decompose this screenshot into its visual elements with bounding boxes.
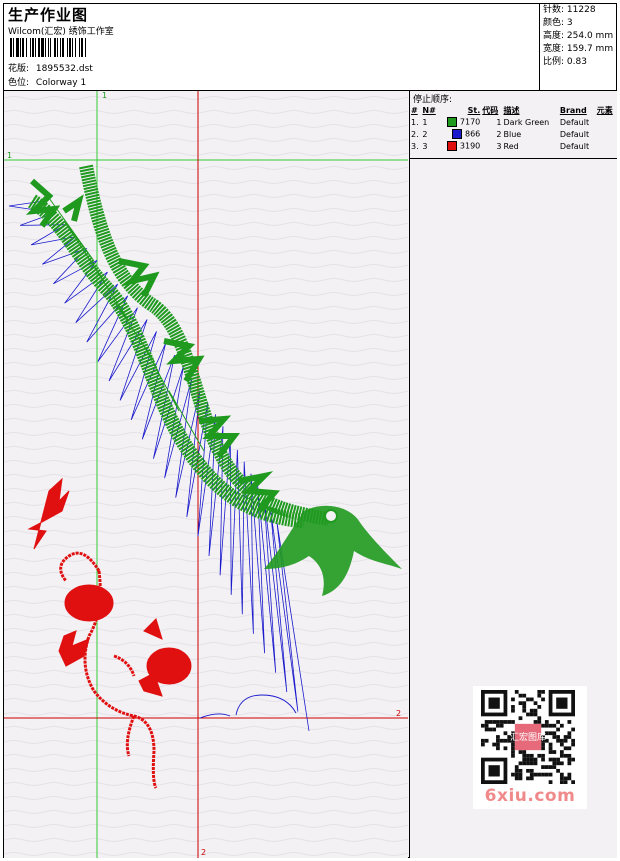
stat-height: 高度: 254.0 mm <box>543 31 614 41</box>
stat-scale: 比例: 0.83 <box>543 57 587 67</box>
table-divider <box>410 158 617 159</box>
production-worksheet: 生产作业图 Wilcom(汇宏) 绣饰工作室 花版: 1895532.dst 色… <box>3 3 617 858</box>
stat-width: 宽度: 159.7 mm <box>543 44 614 54</box>
colorway-row: 色位: Colorway 1 <box>8 75 86 88</box>
design-stats: 针数: 11228 颜色: 3 高度: 254.0 mm 宽度: 159.7 m… <box>539 4 617 90</box>
guide-label-green-top: 1 <box>102 91 107 100</box>
color-swatch <box>446 141 457 151</box>
qr-center-label: 汇宏图库 <box>510 731 546 743</box>
col-header-brand: Brand <box>559 105 587 115</box>
table-row: 3. 3 3190 3 Red Default <box>411 141 590 151</box>
qr-code-image: 汇宏图库 <box>481 690 575 784</box>
guide-label-red-right: 2 <box>396 709 401 718</box>
studio-name: Wilcom(汇宏) 绣饰工作室 <box>8 27 114 37</box>
colorway-label: 色位: <box>8 78 30 88</box>
col-header-elements: 元素 <box>596 105 613 115</box>
col-header-description: 描述 <box>503 105 520 115</box>
col-header-stitches: St. <box>467 105 481 115</box>
col-header-code: 代码 <box>482 105 499 115</box>
color-swatch <box>446 117 457 127</box>
table-row: 2. 2 866 2 Blue Default <box>411 129 590 139</box>
stat-stitches: 针数: 11228 <box>543 5 596 15</box>
stat-colors: 颜色: 3 <box>543 18 573 28</box>
guide-label-red-bottom: 2 <box>201 848 206 857</box>
design-file-value: 1895532.dst <box>35 64 93 74</box>
col-header-needle: N# <box>422 105 436 115</box>
qr-watermark-block: 汇宏图库 6xiu.com <box>473 686 587 809</box>
page-title: 生产作业图 <box>8 6 89 24</box>
embroidery-preview: 1 1 2 2 <box>4 91 408 858</box>
guide-label-green-left: 1 <box>7 151 12 160</box>
design-file-row: 花版: 1895532.dst <box>8 61 93 74</box>
site-watermark: 6xiu.com <box>484 786 576 806</box>
stop-sequence-panel: 停止顺序: # N# St. 代码 描述 Brand 元素 1. 1 7170 <box>409 91 617 858</box>
col-header-index: # <box>411 105 418 115</box>
design-file-label: 花版: <box>8 64 30 74</box>
barcode-image <box>10 38 86 57</box>
table-row: 1. 1 7170 1 Dark Green Default <box>411 117 590 127</box>
stop-sequence-table: # N# St. 代码 描述 Brand 元素 1. 1 7170 1 Dark… <box>410 104 617 152</box>
colorway-value: Colorway 1 <box>35 78 87 88</box>
table-header-row: # N# St. 代码 描述 Brand 元素 <box>410 104 617 116</box>
color-swatch <box>451 129 462 139</box>
embroidery-canvas: 1 1 2 2 <box>4 91 408 858</box>
worksheet-header: 生产作业图 Wilcom(汇宏) 绣饰工作室 花版: 1895532.dst 色… <box>4 4 616 91</box>
